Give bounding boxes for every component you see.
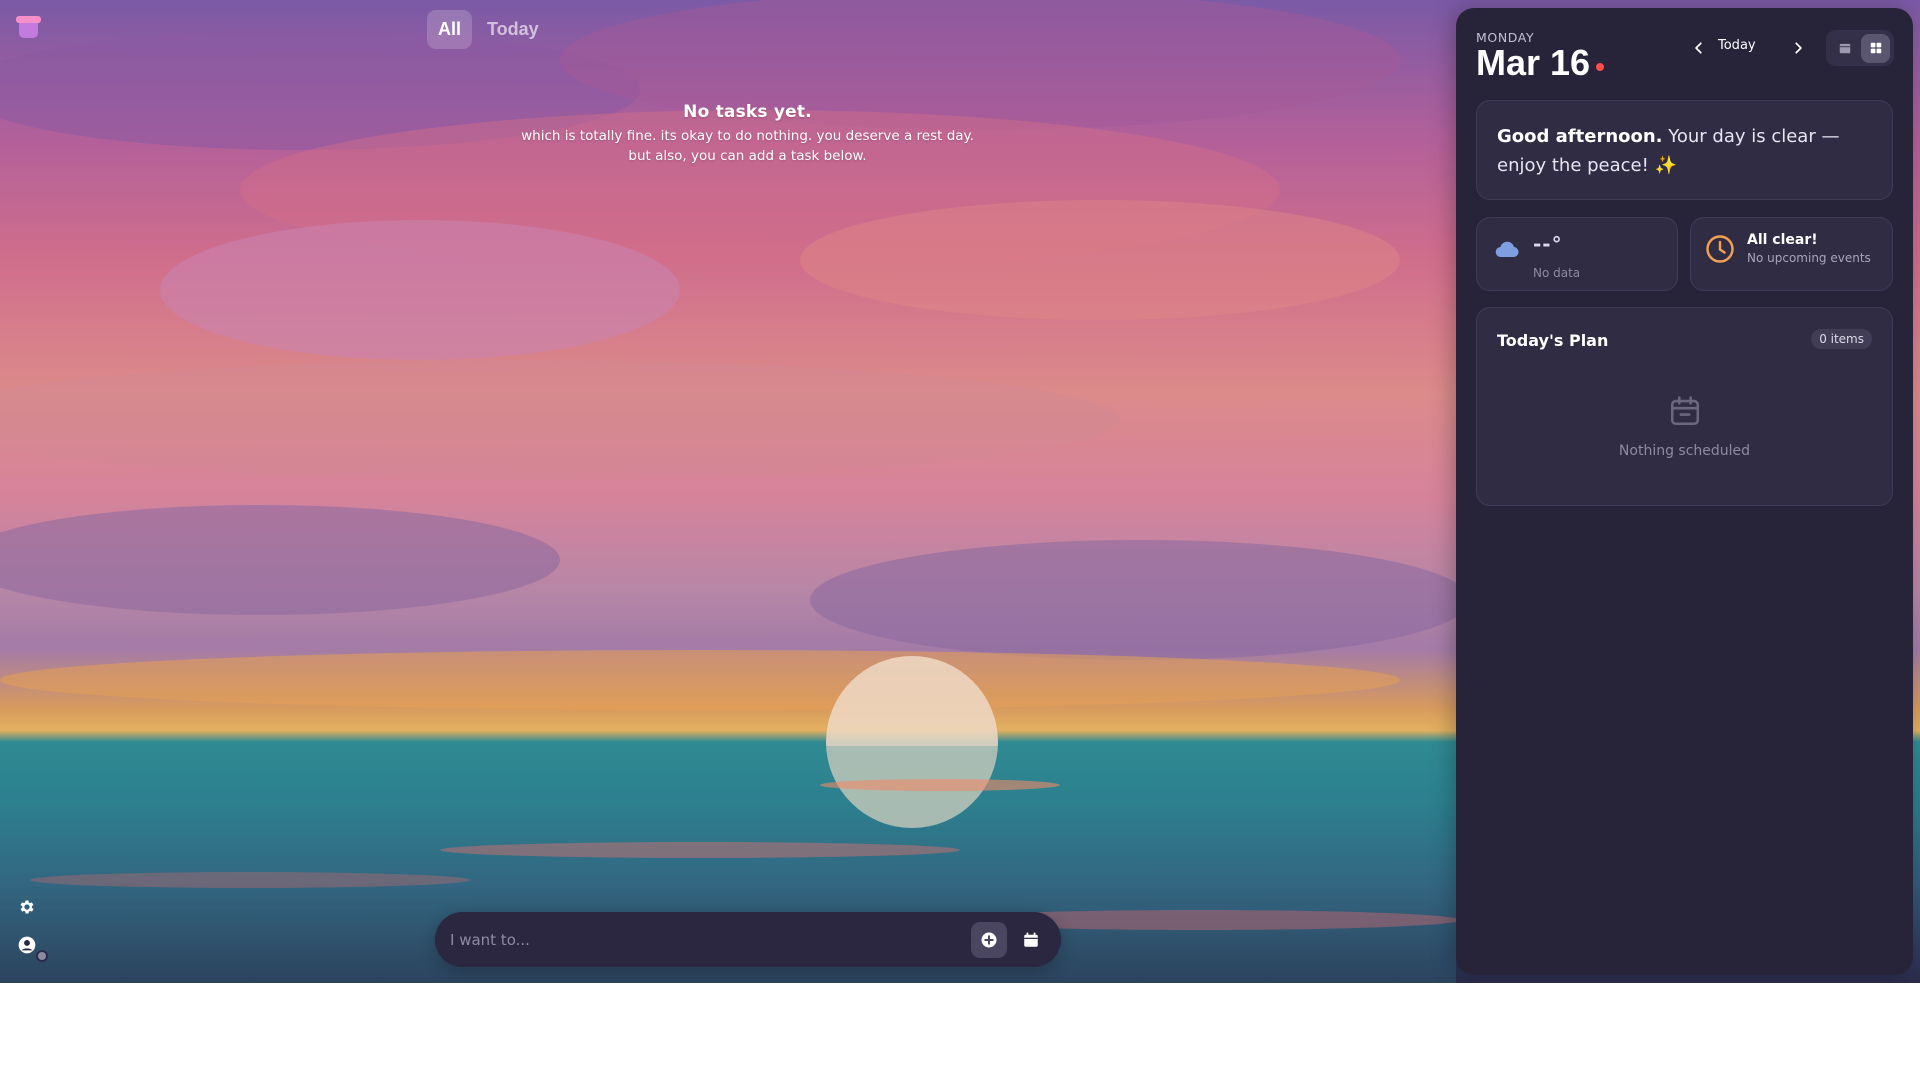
app-logo-icon[interactable] xyxy=(15,15,42,41)
events-subtitle: No upcoming events xyxy=(1747,251,1871,265)
today-indicator-dot xyxy=(1596,63,1604,71)
chevron-right-icon xyxy=(1795,42,1802,54)
schedule-button[interactable] xyxy=(1013,922,1049,958)
task-filter-tabs: All Today xyxy=(427,10,550,49)
today-button[interactable]: Today xyxy=(1718,38,1756,53)
task-input-bar xyxy=(435,912,1061,967)
add-circle-icon xyxy=(981,932,997,947)
settings-gear-icon[interactable] xyxy=(16,896,38,918)
cloud-icon xyxy=(1495,241,1519,258)
events-title: All clear! xyxy=(1747,232,1818,248)
next-day-button[interactable] xyxy=(1785,35,1811,61)
task-input[interactable] xyxy=(450,930,965,949)
user-avatar-icon[interactable] xyxy=(16,934,38,956)
grid-icon xyxy=(1870,42,1881,54)
calendar-view-button[interactable] xyxy=(1830,34,1859,63)
plan-count-badge: 0 items xyxy=(1811,329,1872,349)
view-toggle xyxy=(1826,30,1894,66)
date-label: Mar 16 xyxy=(1476,42,1591,83)
calendar-icon xyxy=(1024,932,1038,947)
greeting-headline: Good afternoon. xyxy=(1497,126,1663,147)
temperature-value: --° xyxy=(1533,232,1563,256)
clock-icon xyxy=(1706,235,1734,263)
plan-empty-message: Nothing scheduled xyxy=(1618,443,1751,459)
events-card[interactable]: All clear! No upcoming events xyxy=(1690,217,1893,291)
empty-state-title: No tasks yet. xyxy=(683,102,812,122)
previous-day-button[interactable] xyxy=(1686,35,1712,61)
status-indicator xyxy=(36,950,48,962)
tab-all[interactable]: All xyxy=(427,10,473,49)
empty-state-line-2: but also, you can add a task below. xyxy=(628,148,867,164)
empty-state: No tasks yet. which is totally fine. its… xyxy=(500,102,995,166)
todays-plan-card: Today's Plan 0 items Nothing scheduled xyxy=(1476,307,1893,506)
weather-card[interactable]: --° No data xyxy=(1476,217,1678,291)
greeting-card: Good afternoon. Your day is clear — enjo… xyxy=(1476,100,1893,200)
plan-title: Today's Plan xyxy=(1497,331,1609,350)
calendar-icon xyxy=(1839,43,1850,54)
day-panel: MONDAY Mar 16 Today Good afternoon. Your… xyxy=(1456,8,1913,975)
grid-view-button[interactable] xyxy=(1861,33,1890,63)
empty-state-line-1: which is totally fine. its okay to do no… xyxy=(521,128,974,144)
tab-today[interactable]: Today xyxy=(476,10,550,49)
calendar-empty-icon xyxy=(1670,396,1700,426)
app-window: All Today No tasks yet. which is totally… xyxy=(0,0,1920,983)
chevron-left-icon xyxy=(1695,42,1702,54)
add-task-button[interactable] xyxy=(971,921,1007,958)
weather-status: No data xyxy=(1533,266,1581,280)
